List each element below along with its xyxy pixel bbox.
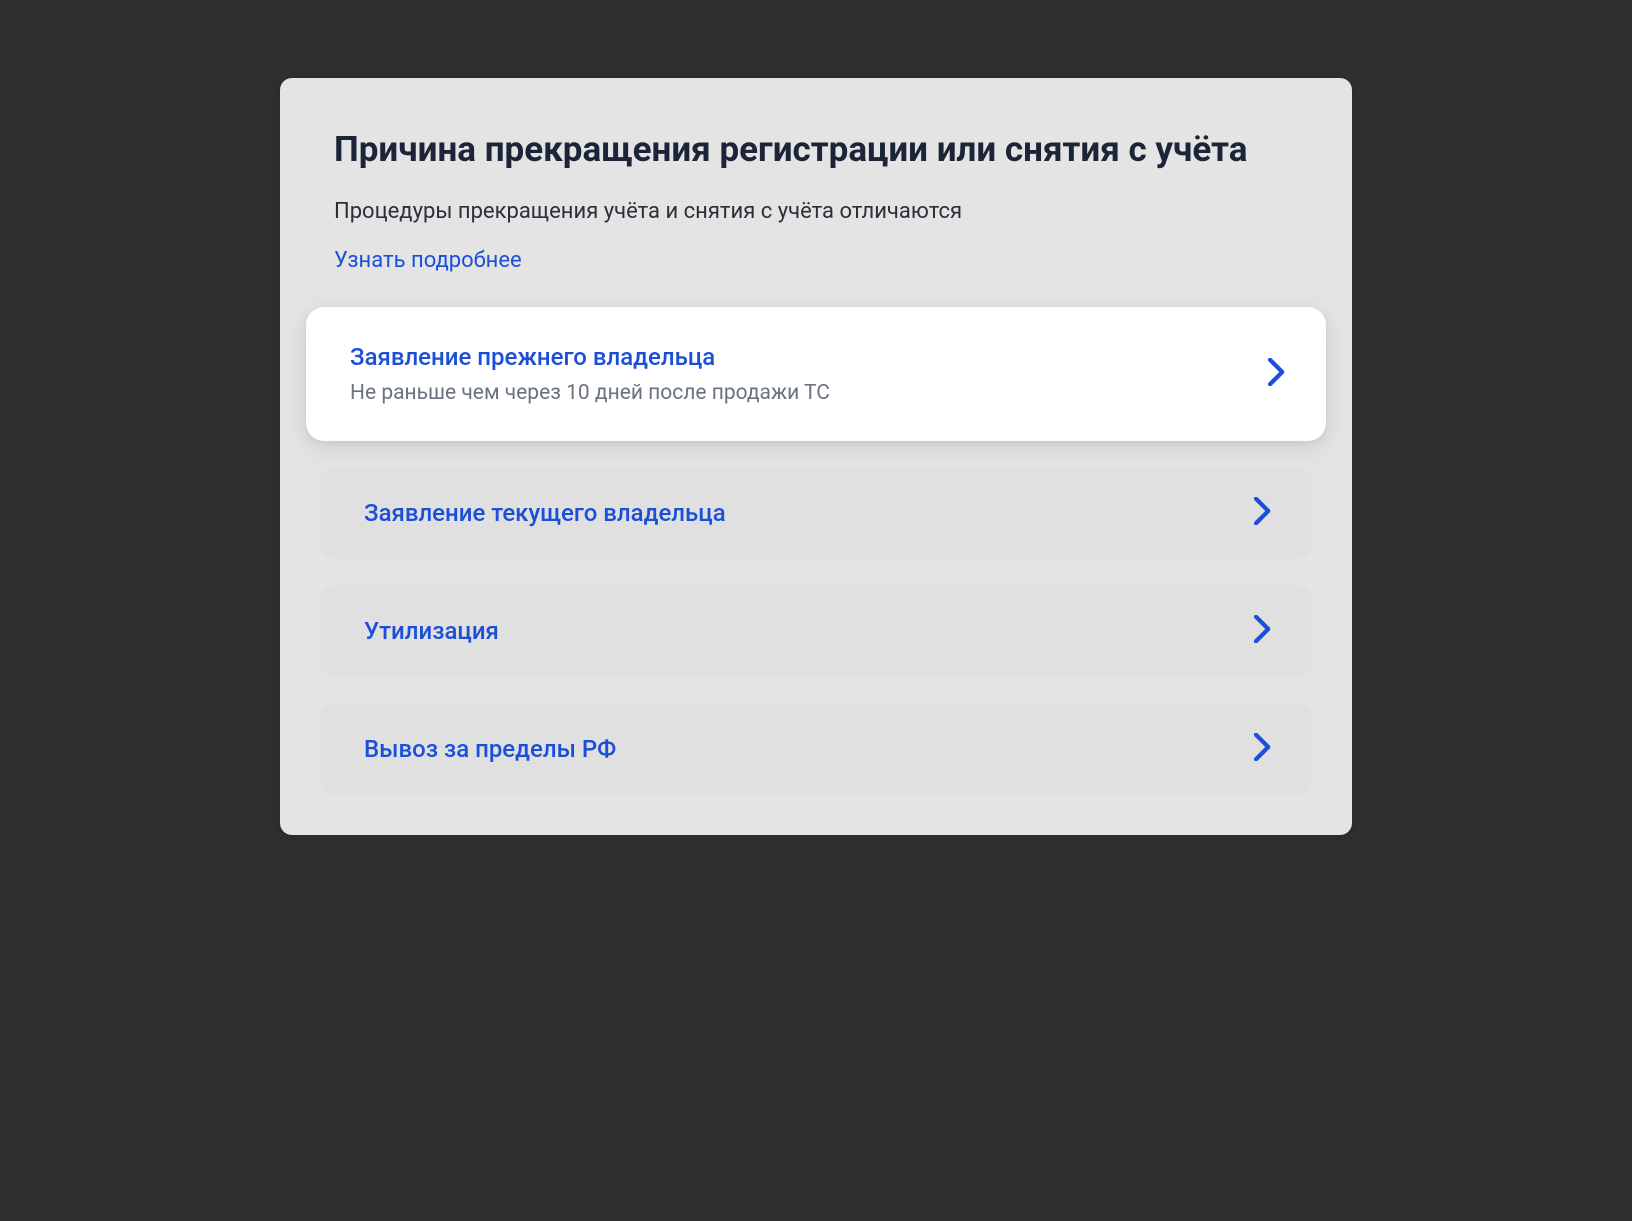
option-label: Утилизация [364,617,499,645]
option-current-owner-statement[interactable]: Заявление текущего владельца [320,467,1312,559]
panel-header: Причина прекращения регистрации или снят… [280,126,1352,307]
option-text: Заявление текущего владельца [364,499,726,527]
page-title: Причина прекращения регистрации или снят… [334,126,1298,173]
option-previous-owner-statement[interactable]: Заявление прежнего владельца Не раньше ч… [306,307,1326,441]
reason-panel: Причина прекращения регистрации или снят… [280,78,1352,835]
option-list: Заявление прежнего владельца Не раньше ч… [280,307,1352,795]
option-label: Заявление прежнего владельца [350,343,830,371]
option-text: Утилизация [364,617,499,645]
option-text: Заявление прежнего владельца Не раньше ч… [350,343,830,405]
chevron-right-icon [1254,497,1272,529]
option-desc: Не раньше чем через 10 дней после продаж… [350,381,830,405]
option-label: Вывоз за пределы РФ [364,735,616,763]
chevron-right-icon [1254,615,1272,647]
chevron-right-icon [1268,358,1286,390]
option-export-outside-rf[interactable]: Вывоз за пределы РФ [320,703,1312,795]
option-label: Заявление текущего владельца [364,499,726,527]
option-text: Вывоз за пределы РФ [364,735,616,763]
option-utilization[interactable]: Утилизация [320,585,1312,677]
learn-more-link[interactable]: Узнать подробнее [334,248,522,273]
page-subtitle: Процедуры прекращения учёта и снятия с у… [334,199,1298,224]
chevron-right-icon [1254,733,1272,765]
